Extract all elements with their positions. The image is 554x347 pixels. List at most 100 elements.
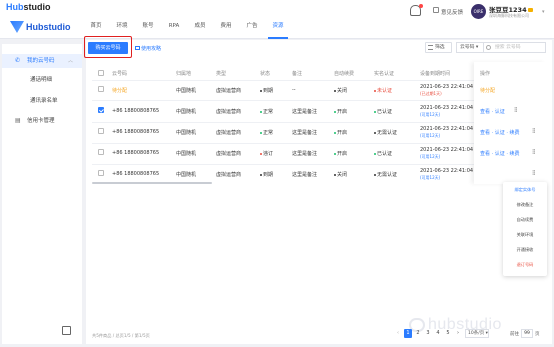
- row-status: 到期: [260, 171, 273, 178]
- menu-item-link-env[interactable]: 关联环境: [503, 232, 547, 238]
- row-checkbox[interactable]: [98, 107, 104, 113]
- top-nav: Hubstudio 首页 环境 账号 RPA 成员 费用 广告 资源: [0, 15, 554, 39]
- row-remark: 这里是备注: [292, 130, 318, 136]
- row-actions[interactable]: 查看 · 认证 · 续费: [480, 150, 520, 157]
- menu-item-edit-remark[interactable]: 修改备注: [503, 202, 547, 208]
- status-dot: [260, 173, 262, 176]
- sidebar-item-contacts[interactable]: 通讯录名单: [30, 96, 58, 104]
- row-actions[interactable]: 查看 · 认证: [480, 108, 505, 115]
- row-divider: [92, 100, 474, 101]
- logo-icon: [10, 21, 24, 33]
- jump-label: 前往: [510, 332, 519, 337]
- col-header-operations: 操作: [480, 71, 491, 77]
- buy-cloud-number-button[interactable]: 购买云号码: [88, 42, 128, 54]
- pending-assign-link[interactable]: 待分配: [480, 87, 495, 94]
- nav-members[interactable]: 成员: [190, 15, 210, 39]
- collapse-sidebar-icon[interactable]: [62, 326, 71, 335]
- menu-item-enable-receive[interactable]: 开通接收: [503, 247, 547, 253]
- verify-dot: [374, 152, 376, 155]
- menu-item-unsubscribe[interactable]: 退订号码: [503, 262, 547, 268]
- verify-dot: [374, 89, 376, 92]
- usage-guide-link[interactable]: 使用攻略: [135, 45, 161, 52]
- row-actions[interactable]: 查看 · 认证 · 续费: [480, 129, 520, 136]
- auto-renew-dot: [334, 173, 336, 176]
- auto-renew-dot: [334, 152, 336, 155]
- page-2[interactable]: 2: [414, 329, 422, 338]
- row-status: 到期: [260, 87, 273, 94]
- page-5[interactable]: 5: [444, 329, 452, 338]
- search-field-select[interactable]: 云号码 ▾: [456, 42, 483, 53]
- row-checkbox[interactable]: [98, 128, 104, 134]
- more-icon[interactable]: ⁞⁞: [532, 169, 536, 177]
- page-size-select[interactable]: 10条/页 ▾: [465, 329, 489, 338]
- sidebar-item-credit-card[interactable]: ▤ 信用卡管理: [2, 114, 82, 128]
- page-4[interactable]: 4: [434, 329, 442, 338]
- verify-dot: [374, 110, 376, 113]
- row-expire: 2021-06-23 22:41:04: [420, 105, 474, 111]
- col-header-verification: 实名认证: [374, 71, 395, 77]
- row-divider: [92, 164, 474, 165]
- nav-resources[interactable]: 资源: [268, 15, 288, 39]
- row-divider: [92, 122, 474, 123]
- col-header-auto-renew: 自动续费: [334, 71, 355, 77]
- row-verification: 未认证: [374, 87, 392, 94]
- row-remark: --: [292, 87, 296, 93]
- col-header-type: 类型: [216, 71, 227, 77]
- menu-item-bind-physical[interactable]: 绑定实体号: [503, 187, 547, 193]
- chevron-down-icon[interactable]: ▾: [542, 9, 545, 15]
- row-expire-note: (已过期1天): [420, 91, 442, 96]
- feedback-icon[interactable]: [433, 7, 439, 13]
- logo: Hubstudio: [10, 20, 71, 34]
- row-status: 违订: [260, 150, 273, 157]
- menu-item-auto-renew[interactable]: 自动续费: [503, 217, 547, 223]
- row-checkbox[interactable]: [98, 170, 104, 176]
- nav-ads[interactable]: 广告: [242, 15, 262, 39]
- nav-fees[interactable]: 费用: [216, 15, 236, 39]
- row-location: 中国随机: [176, 172, 197, 178]
- jump-suffix: 页: [535, 332, 540, 337]
- row-number: 待分配: [112, 88, 128, 94]
- prev-page-icon[interactable]: ‹: [394, 329, 402, 338]
- row-expire: 2021-06-23 22:41:04: [420, 126, 474, 132]
- row-remark: 这里是备注: [292, 151, 318, 157]
- auto-renew-dot: [334, 89, 336, 92]
- auto-renew-dot: [334, 131, 336, 134]
- status-dot: [260, 89, 262, 92]
- row-checkbox[interactable]: [98, 149, 104, 155]
- more-icon[interactable]: ⁞⁞: [532, 127, 536, 135]
- nav-account[interactable]: 账号: [138, 15, 158, 39]
- select-all-checkbox[interactable]: [98, 70, 104, 76]
- col-header-remark: 备注: [292, 71, 303, 77]
- row-more-menu: 绑定实体号 修改备注 自动续费 关联环境 开通接收 退订号码: [503, 182, 547, 276]
- row-remark: 这里是备注: [292, 172, 318, 178]
- col-header-number: 云号码: [112, 71, 128, 77]
- search-icon: [486, 45, 491, 50]
- notification-badge: [419, 4, 423, 8]
- more-icon[interactable]: ⁞⁞: [514, 106, 518, 114]
- feedback-link[interactable]: 意见反馈: [441, 8, 463, 16]
- auto-renew-dot: [334, 110, 336, 113]
- row-checkbox[interactable]: [98, 86, 104, 92]
- horizontal-scrollbar[interactable]: [92, 182, 212, 184]
- jump-page-input[interactable]: 99: [521, 329, 533, 338]
- page-1[interactable]: 1: [404, 329, 412, 338]
- avatar[interactable]: OIRE: [471, 4, 486, 19]
- row-auto-renew: 开启: [334, 129, 347, 136]
- nav-rpa[interactable]: RPA: [164, 15, 184, 39]
- row-expire-note: (可用12天): [420, 112, 441, 117]
- status-dot: [260, 110, 262, 113]
- row-expire-note: (可用12天): [420, 154, 441, 159]
- col-header-expire: 设备到期时间: [420, 71, 451, 77]
- more-icon[interactable]: ⁞⁞: [532, 148, 536, 156]
- verify-dot: [374, 173, 376, 176]
- page-3[interactable]: 3: [424, 329, 432, 338]
- sidebar-item-my-cloud-numbers[interactable]: ✆ 我的云号码 ︿: [2, 54, 82, 68]
- row-verification: 已认证: [374, 108, 392, 115]
- row-type: 虚拟运营商: [216, 130, 242, 136]
- chevron-up-icon: ︿: [68, 58, 74, 64]
- filter-button[interactable]: 筛选: [425, 42, 452, 53]
- next-page-icon[interactable]: ›: [454, 329, 462, 338]
- verify-dot: [374, 131, 376, 134]
- search-input[interactable]: 搜索 云号码: [483, 42, 546, 53]
- sidebar-item-call-details[interactable]: 通话明细: [30, 75, 52, 83]
